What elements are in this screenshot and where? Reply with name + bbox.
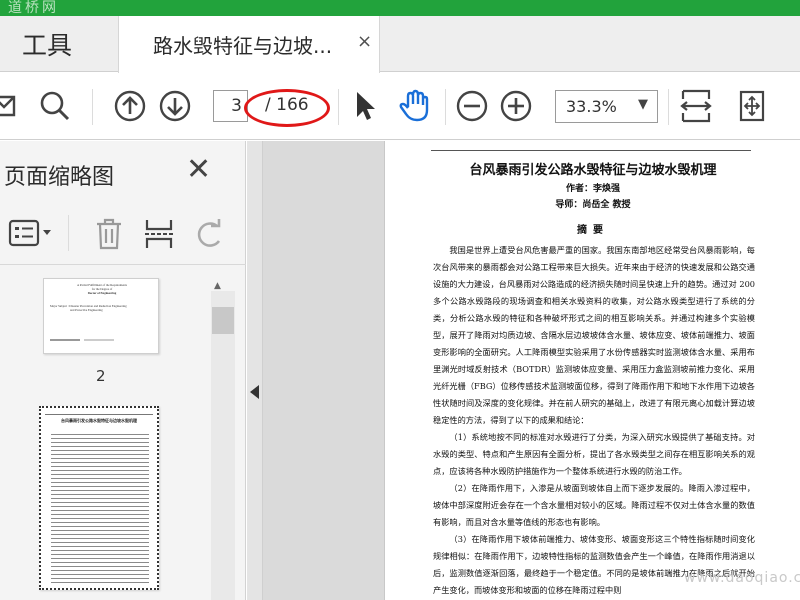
document-title: 台风暴雨引发公路水毁特征与边坡水毁机理: [469, 163, 717, 178]
zoom-out-icon[interactable]: [455, 89, 489, 123]
toolbar-separator: [338, 89, 339, 125]
hand-tool-icon[interactable]: [398, 89, 432, 123]
collapse-arrow-icon[interactable]: [250, 385, 259, 399]
scroll-up-arrow[interactable]: ▲: [214, 281, 221, 291]
zoom-select[interactable]: 33.3% ▼: [555, 90, 658, 123]
panel-separator: [68, 215, 69, 251]
chevron-down-icon: ▼: [638, 97, 648, 112]
main-toolbar: 3 / 166 33.3% ▼: [0, 73, 800, 140]
thumb-footer: [84, 339, 114, 341]
search-icon[interactable]: [38, 89, 72, 123]
abstract-paragraph: （3）在降雨作用下坡体前端推力、坡体变形、坡面变形这三个特性指标随时间变化规律相…: [433, 534, 755, 595]
panel-close-button[interactable]: ✕: [186, 155, 211, 185]
tab-document[interactable]: 路水毁特征与边坡... ×: [118, 16, 380, 73]
thumbnail-panel: 页面缩略图 ✕ A Partial Fulfillment of the Req…: [0, 141, 246, 600]
toolbar-separator: [92, 89, 93, 125]
toolbar-separator: [668, 89, 669, 125]
thumbnail-options-icon[interactable]: [8, 217, 54, 249]
tab-document-title: 路水毁特征与边坡...: [153, 34, 333, 58]
app-top-strip: 道桥网: [0, 0, 800, 16]
toolbar-separator: [445, 89, 446, 125]
tab-tools[interactable]: 工具: [22, 26, 72, 62]
abstract-paragraph: （1）系统地按不同的标准对水毁进行了分类，为深入研究水毁提供了基础支持。对水毁的…: [433, 432, 755, 476]
full-screen-icon[interactable]: [735, 89, 769, 123]
trash-icon[interactable]: [93, 217, 125, 251]
panel-collapse-gutter[interactable]: [247, 141, 263, 600]
share-icon[interactable]: [0, 89, 26, 123]
abstract-heading: 摘要: [577, 225, 609, 236]
thumbnail-scrollbar[interactable]: [211, 291, 235, 600]
zoom-value: 33.3%: [566, 97, 617, 116]
thumbnail-scrollbar-thumb[interactable]: [212, 307, 234, 334]
zoom-in-icon[interactable]: [499, 89, 533, 123]
panel-title: 页面缩略图: [4, 165, 115, 190]
tab-bar: 工具 路水毁特征与边坡... ×: [0, 16, 800, 73]
document-author: 作者：李焕强: [565, 184, 620, 194]
thumb-line: and Protective Engineering: [70, 307, 103, 312]
abstract-paragraph: 我国是世界上遭受台风危害最严重的国家。我国东南部地区经常受台风暴雨影响，每次台风…: [433, 245, 755, 425]
document-advisor: 导师：尚岳全 教授: [555, 200, 631, 210]
abstract-body: 我国是世界上遭受台风危害最严重的国家。我国东南部地区经常受台风暴雨影响，每次台风…: [433, 242, 755, 599]
thumb-footer: [50, 339, 80, 341]
thumb-line: Doctor of Engineering: [87, 291, 117, 296]
watermark-logo: 道桥网: [8, 0, 59, 16]
thumbnail-page-2[interactable]: A Partial Fulfillment of the Requirement…: [43, 278, 159, 354]
panel-toolbar: [0, 203, 246, 265]
annotation-ellipse: [244, 89, 330, 127]
thumbnail-page-3[interactable]: 台风暴雨引发公路水毁特征与边坡水毁机理: [39, 406, 159, 590]
thumb-rule: [45, 414, 153, 415]
extract-page-icon[interactable]: [143, 217, 175, 251]
page-number-input[interactable]: 3: [213, 90, 248, 122]
thumbnail-label-2: 2: [96, 367, 106, 385]
tab-close-button[interactable]: ×: [357, 31, 372, 52]
page-header-rule: [431, 145, 751, 151]
document-page: 台风暴雨引发公路水毁特征与边坡水毁机理 作者：李焕强 导师：尚岳全 教授 摘要 …: [384, 141, 800, 600]
previous-page-icon[interactable]: [113, 89, 147, 123]
thumb-line: 台风暴雨引发公路水毁特征与边坡水毁机理: [61, 418, 137, 423]
thumb-text-lines: [51, 434, 149, 584]
next-page-icon[interactable]: [158, 89, 192, 123]
select-cursor-icon[interactable]: [348, 89, 382, 123]
abstract-paragraph: （2）在降雨作用下，入渗是从坡面到坡体自上而下逐步发展的。降雨入渗过程中，坡体中…: [433, 483, 755, 527]
rotate-icon[interactable]: [193, 217, 227, 251]
fit-width-icon[interactable]: [679, 89, 713, 123]
thumbnail-list: A Partial Fulfillment of the Requirement…: [0, 266, 246, 600]
watermark-url: www.daoqiao.com: [684, 570, 800, 586]
